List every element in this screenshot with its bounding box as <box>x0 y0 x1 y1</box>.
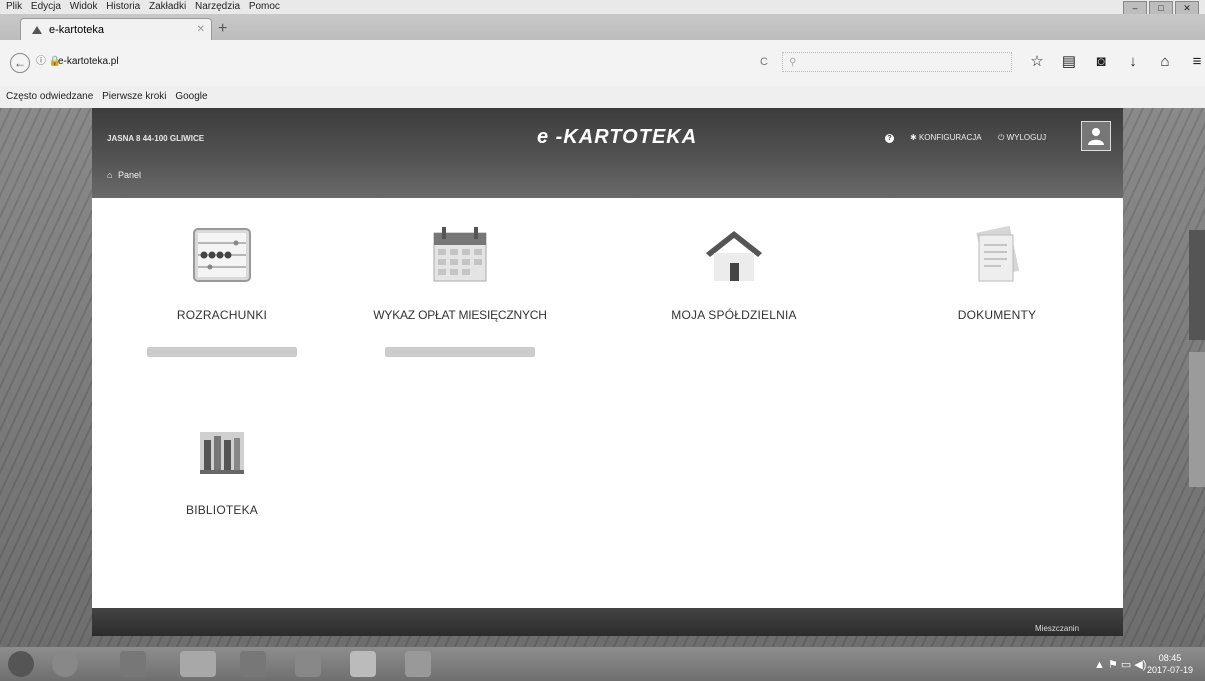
library-toolbar-icon[interactable]: ▤ <box>1060 52 1078 72</box>
toolbar-icons: ☆ ▤ ◙ ↓ ⌂ ≡ <box>1028 52 1205 72</box>
close-icon[interactable]: ✕ <box>1175 1 1199 15</box>
app-logo[interactable]: e -KARTOTEKA <box>537 126 697 149</box>
address-label: JASNA 8 44-100 GLIWICE <box>107 134 205 143</box>
tile-label: ROZRACHUNKI <box>176 308 268 322</box>
logout-link[interactable]: ⏻ WYLOGUJ <box>998 133 1046 143</box>
house-icon <box>706 231 762 281</box>
tile-label: BIBLIOTEKA <box>185 503 259 517</box>
start-icon[interactable] <box>8 651 34 677</box>
clock-time: 08:45 <box>1158 653 1182 663</box>
url-domain: e-kartoteka.pl <box>58 56 119 67</box>
minimize-icon[interactable]: – <box>1123 1 1147 15</box>
media-player-icon[interactable] <box>120 651 146 677</box>
logout-label: WYLOGUJ <box>1006 133 1047 142</box>
tile-wykaz-oplat[interactable]: WYKAZ OPŁAT MIESIĘCZNYCH <box>345 223 575 362</box>
download-icon[interactable]: ↓ <box>1124 52 1142 72</box>
clock[interactable]: 08:45 2017-07-19 <box>1147 652 1193 676</box>
back-arrow-icon[interactable]: ← <box>10 53 30 73</box>
config-label: KONFIGURACJA <box>918 133 982 142</box>
user-avatar-button[interactable] <box>1081 121 1111 151</box>
documents-icon <box>976 225 1020 282</box>
new-tab-icon[interactable]: + <box>218 21 227 37</box>
tile-moja-spoldzielnia[interactable]: MOJA SPÓŁDZIELNIA <box>619 223 849 322</box>
clock-date: 2017-07-19 <box>1146 665 1193 675</box>
resident-label: Mieszczanin <box>1035 624 1080 633</box>
library-icon <box>200 432 244 474</box>
maximize-icon[interactable]: □ <box>1149 1 1173 15</box>
menu-view[interactable]: Widok <box>70 1 98 12</box>
gear-icon: ✱ <box>910 133 917 142</box>
bookmark-most-visited[interactable]: Często odwiedzane <box>6 91 93 102</box>
browser-menubar: Plik Edycja Widok Historia Zakładki Narz… <box>0 0 1205 15</box>
calendar-icon <box>433 227 487 282</box>
menu-help[interactable]: Pomoc <box>249 1 280 12</box>
help-icon[interactable]: ? <box>885 134 894 143</box>
internet-explorer-icon[interactable] <box>405 651 431 677</box>
firefox-icon[interactable] <box>180 651 216 677</box>
tab-title: e-kartoteka <box>49 24 105 36</box>
bookmark-getting-started[interactable]: Pierwsze kroki <box>102 91 166 102</box>
favicon-icon <box>32 26 42 34</box>
tile-biblioteka[interactable]: BIBLIOTEKA <box>107 418 337 517</box>
chat-side-tab[interactable] <box>1189 352 1205 487</box>
url-bar[interactable]: ⓘ 🔒 e-kartoteka.pl <box>32 52 777 72</box>
home-breadcrumb-icon: ⌂ <box>107 170 113 180</box>
tile-label: WYKAZ OPŁAT MIESIĘCZNYCH <box>373 308 547 322</box>
navigation-bar: ← ⓘ 🔒 e-kartoteka.pl C ⚲ ☆ ▤ ◙ ↓ ⌂ ≡ <box>0 40 1205 87</box>
tile-dokumenty[interactable]: DOKUMENTY <box>882 223 1112 322</box>
menu-tools[interactable]: Narzędzia <box>195 1 240 12</box>
reload-icon[interactable]: C <box>760 52 768 72</box>
config-link[interactable]: ✱ KONFIGURACJA <box>910 133 982 142</box>
star-icon[interactable]: ☆ <box>1028 52 1046 72</box>
pocket-icon[interactable]: ◙ <box>1092 52 1110 72</box>
system-tray[interactable]: ▲ ⚑ ▭ ◀) <box>1094 658 1146 671</box>
browser-tab[interactable]: e-kartoteka ✕ <box>20 18 212 41</box>
status-badge <box>385 347 535 357</box>
window-icon[interactable] <box>350 651 376 677</box>
windows-taskbar: ▲ ⚑ ▭ ◀) 08:45 2017-07-19 <box>0 647 1205 681</box>
breadcrumb[interactable]: ⌂ Panel <box>107 170 141 180</box>
home-icon[interactable]: ⌂ <box>1156 52 1174 72</box>
menu-history[interactable]: Historia <box>106 1 140 12</box>
power-icon: ⏻ <box>998 133 1005 142</box>
menu-file[interactable]: Plik <box>6 1 22 12</box>
user-icon <box>1088 128 1104 145</box>
menu-edit[interactable]: Edycja <box>31 1 61 12</box>
tile-rozrachunki[interactable]: ROZRACHUNKI <box>107 223 337 362</box>
url-text: e-kartoteka.pl <box>58 52 119 72</box>
chrome-icon[interactable] <box>52 651 78 677</box>
status-badge <box>147 347 297 357</box>
app-icon[interactable] <box>240 651 266 677</box>
tile-label: MOJA SPÓŁDZIELNIA <box>671 308 797 322</box>
page-footer <box>92 608 1123 636</box>
tab-close-icon[interactable]: ✕ <box>197 19 205 41</box>
menu-icon[interactable]: ≡ <box>1188 52 1205 72</box>
abacus-icon <box>193 228 251 282</box>
bookmarks-bar: Często odwiedzane Pierwsze kroki Google <box>0 86 1205 109</box>
breadcrumb-label: Panel <box>117 170 141 180</box>
tile-label: DOKUMENTY <box>957 308 1037 322</box>
app-page: JASNA 8 44-100 GLIWICE e -KARTOTEKA ? ✱ … <box>92 108 1123 635</box>
feedback-side-tab[interactable] <box>1189 230 1205 340</box>
window-controls: – □ ✕ <box>1123 1 1199 15</box>
bookmark-google[interactable]: Google <box>175 91 207 102</box>
search-input[interactable]: ⚲ <box>782 52 1012 72</box>
search-icon: ⚲ <box>789 57 797 68</box>
app-header: JASNA 8 44-100 GLIWICE e -KARTOTEKA ? ✱ … <box>92 108 1123 198</box>
folder-icon[interactable] <box>295 651 321 677</box>
tab-strip: e-kartoteka ✕ + <box>0 14 1205 41</box>
menu-bookmarks[interactable]: Zakładki <box>149 1 186 12</box>
